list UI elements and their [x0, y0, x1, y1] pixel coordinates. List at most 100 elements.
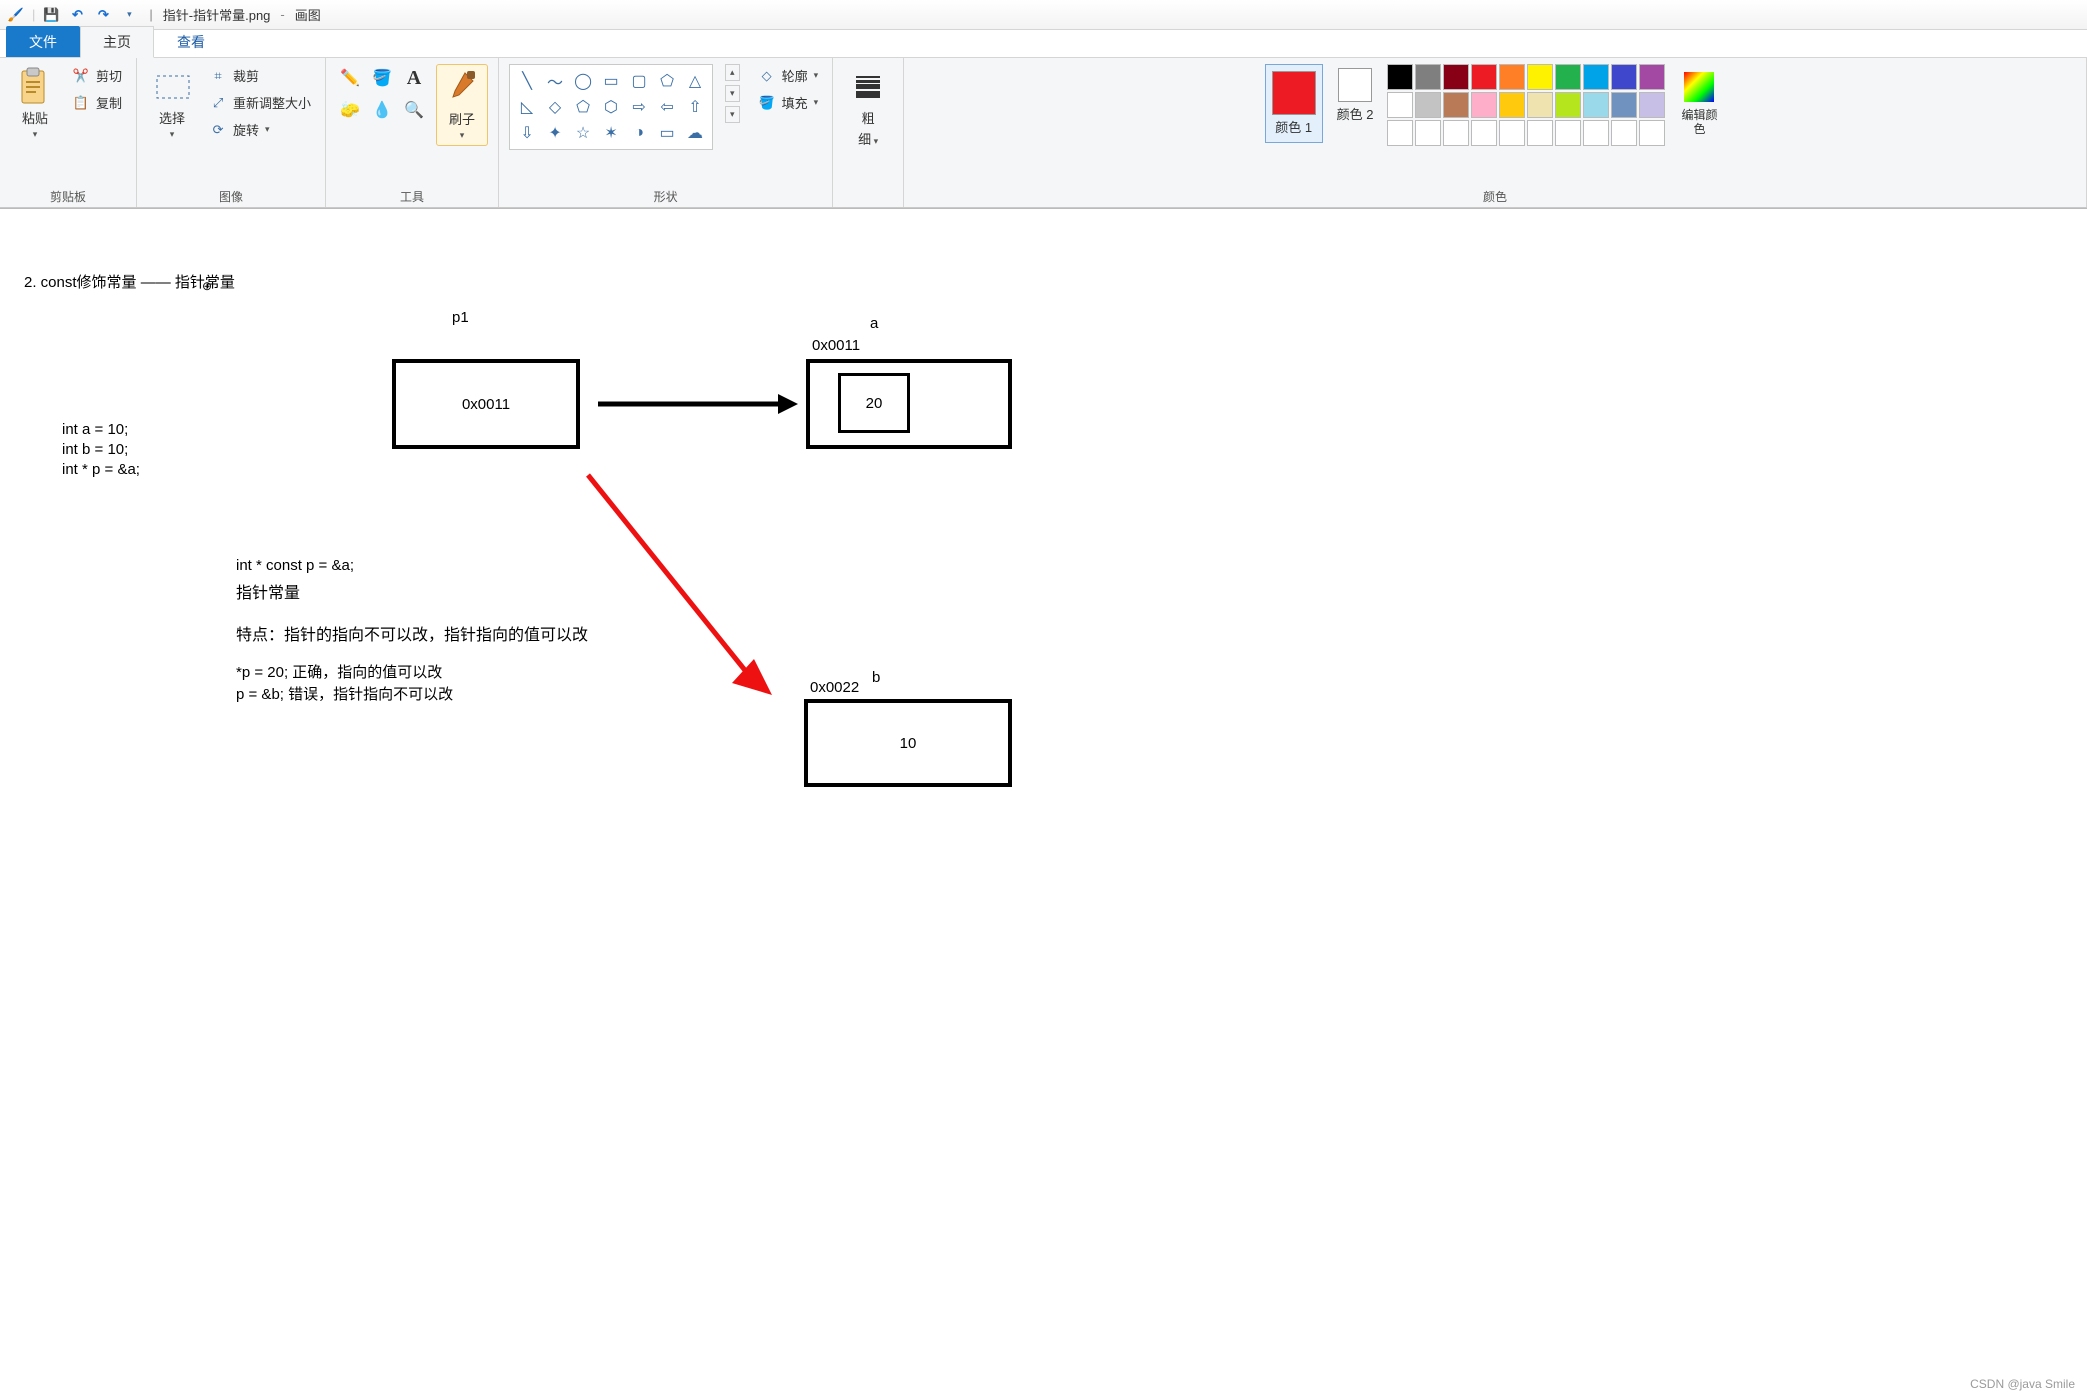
color-swatch[interactable] — [1443, 120, 1469, 146]
shape-arrow-r-icon[interactable]: ⇨ — [626, 95, 652, 119]
color-swatch[interactable] — [1611, 92, 1637, 118]
color-swatch[interactable] — [1555, 64, 1581, 90]
magnifier-tool[interactable]: 🔍 — [400, 96, 428, 124]
shapes-scroll-up-icon[interactable]: ▴ — [725, 64, 740, 81]
text-tool[interactable]: A — [400, 64, 428, 92]
color-swatch[interactable] — [1583, 92, 1609, 118]
color-swatch[interactable] — [1611, 120, 1637, 146]
group-clipboard: 粘贴 ▾ ✂️ 剪切 📋 复制 剪贴板 — [0, 58, 137, 207]
brush-button[interactable]: 刷子 ▾ — [436, 64, 488, 146]
resize-label: 重新调整大小 — [233, 93, 311, 112]
shape-pentagon-icon[interactable]: ⬠ — [570, 95, 596, 119]
color-swatch[interactable] — [1639, 120, 1665, 146]
select-icon — [153, 68, 191, 106]
cut-button[interactable]: ✂️ 剪切 — [68, 64, 126, 87]
stroke-width-button[interactable]: 粗 细 ▾ — [843, 64, 893, 152]
shape-star5-icon[interactable]: ☆ — [570, 121, 596, 145]
tab-home[interactable]: 主页 — [80, 26, 154, 58]
fill-tool[interactable]: 🪣 — [368, 64, 396, 92]
select-button[interactable]: 选择 ▾ — [147, 64, 197, 144]
shape-diamond-icon[interactable]: ◇ — [542, 95, 568, 119]
canvas[interactable]: 2. const修饰常量 —— 指针常量 ⊕ p1 a 0x0011 0x001… — [0, 209, 2087, 1399]
color-swatch[interactable] — [1527, 92, 1553, 118]
outline-button[interactable]: ◇ 轮廓 ▾ — [754, 64, 823, 87]
redo-icon[interactable]: ↷ — [93, 5, 113, 25]
shape-star6-icon[interactable]: ✶ — [598, 121, 624, 145]
paste-button[interactable]: 粘贴 ▾ — [10, 64, 60, 144]
color-swatch[interactable] — [1387, 92, 1413, 118]
color-swatch[interactable] — [1639, 64, 1665, 90]
code-line-2: int b = 10; — [62, 441, 128, 458]
crop-button[interactable]: ⌗ 裁剪 — [205, 64, 315, 87]
qat-dropdown-icon[interactable]: ▾ — [119, 5, 139, 25]
color-swatch[interactable] — [1583, 120, 1609, 146]
chevron-down-icon: ▾ — [33, 129, 38, 140]
shape-oval-icon[interactable]: ◯ — [570, 69, 596, 93]
picker-tool[interactable]: 💧 — [368, 96, 396, 124]
shape-arrow-u-icon[interactable]: ⇧ — [682, 95, 708, 119]
color-swatch[interactable] — [1387, 120, 1413, 146]
shape-arrow-d-icon[interactable]: ⇩ — [514, 121, 540, 145]
tab-file[interactable]: 文件 — [6, 26, 80, 57]
undo-icon[interactable]: ↶ — [67, 5, 87, 25]
color-swatch[interactable] — [1555, 120, 1581, 146]
crop-icon: ⌗ — [209, 67, 227, 85]
shape-callout-cloud-icon[interactable]: ☁ — [682, 121, 708, 145]
tab-view[interactable]: 查看 — [154, 26, 228, 57]
shapes-scroll-down-icon[interactable]: ▾ — [725, 85, 740, 102]
rotate-button[interactable]: ⟳ 旋转 ▾ — [205, 118, 315, 141]
shape-rtriangle-icon[interactable]: ◺ — [514, 95, 540, 119]
shape-triangle-icon[interactable]: △ — [682, 69, 708, 93]
save-icon[interactable]: 💾 — [41, 5, 61, 25]
color-swatch[interactable] — [1555, 92, 1581, 118]
select-label: 选择 — [159, 108, 185, 127]
shape-curve-icon[interactable]: 〜 — [542, 69, 568, 93]
shape-polygon-icon[interactable]: ⬠ — [654, 69, 680, 93]
color-swatch[interactable] — [1583, 64, 1609, 90]
color-swatch[interactable] — [1415, 64, 1441, 90]
color-swatch[interactable] — [1443, 64, 1469, 90]
color-swatch[interactable] — [1443, 92, 1469, 118]
color2-button[interactable]: 颜色 2 — [1331, 64, 1380, 127]
color-swatch[interactable] — [1499, 120, 1525, 146]
color-swatch[interactable] — [1415, 92, 1441, 118]
color-swatch[interactable] — [1471, 92, 1497, 118]
color-swatch[interactable] — [1527, 64, 1553, 90]
shape-rect-icon[interactable]: ▭ — [598, 69, 624, 93]
group-shapes: ╲ 〜 ◯ ▭ ▢ ⬠ △ ◺ ◇ ⬠ ⬡ ⇨ ⇦ ⇧ ⇩ ✦ ☆ ✶ ◑ ▭ — [499, 58, 833, 207]
shape-callout-round-icon[interactable]: ◑ — [626, 121, 652, 145]
color-swatch[interactable] — [1527, 120, 1553, 146]
fill-button[interactable]: 🪣 填充 ▾ — [754, 91, 823, 114]
eraser-tool[interactable]: 🧽 — [336, 96, 364, 124]
color-swatch[interactable] — [1471, 120, 1497, 146]
color-swatch[interactable] — [1387, 64, 1413, 90]
app-icon: 🖌️ — [6, 5, 26, 25]
shape-hexagon-icon[interactable]: ⬡ — [598, 95, 624, 119]
color-swatch[interactable] — [1415, 120, 1441, 146]
arrow-red — [582, 469, 782, 709]
edit-colors-button[interactable]: 编辑颜色 — [1673, 64, 1725, 141]
copy-button[interactable]: 📋 复制 — [68, 91, 126, 114]
color-swatch[interactable] — [1499, 92, 1525, 118]
separator: | — [149, 7, 152, 22]
group-image: 选择 ▾ ⌗ 裁剪 ⤢ 重新调整大小 ⟳ 旋转 ▾ 图像 — [137, 58, 326, 207]
color-swatch[interactable] — [1611, 64, 1637, 90]
color1-button[interactable]: 颜色 1 — [1265, 64, 1323, 143]
pencil-tool[interactable]: ✏️ — [336, 64, 364, 92]
fill-label: 填充 — [782, 93, 808, 112]
shape-star4-icon[interactable]: ✦ — [542, 121, 568, 145]
canvas-area[interactable]: 2. const修饰常量 —— 指针常量 ⊕ p1 a 0x0011 0x001… — [0, 208, 2087, 1399]
shapes-more-icon[interactable]: ▾ — [725, 106, 740, 123]
resize-button[interactable]: ⤢ 重新调整大小 — [205, 91, 315, 114]
box-a-inner: 20 — [838, 373, 910, 433]
color-swatch[interactable] — [1639, 92, 1665, 118]
shape-line-icon[interactable]: ╲ — [514, 69, 540, 93]
shape-arrow-l-icon[interactable]: ⇦ — [654, 95, 680, 119]
group-label-image: 图像 — [219, 184, 243, 205]
shape-roundrect-icon[interactable]: ▢ — [626, 69, 652, 93]
title-bar: 🖌️ | 💾 ↶ ↷ ▾ | 指针-指针常量.png - 画图 — [0, 0, 2087, 30]
color-swatch[interactable] — [1499, 64, 1525, 90]
color-swatch[interactable] — [1471, 64, 1497, 90]
shapes-gallery[interactable]: ╲ 〜 ◯ ▭ ▢ ⬠ △ ◺ ◇ ⬠ ⬡ ⇨ ⇦ ⇧ ⇩ ✦ ☆ ✶ ◑ ▭ — [509, 64, 713, 150]
shape-callout-rect-icon[interactable]: ▭ — [654, 121, 680, 145]
